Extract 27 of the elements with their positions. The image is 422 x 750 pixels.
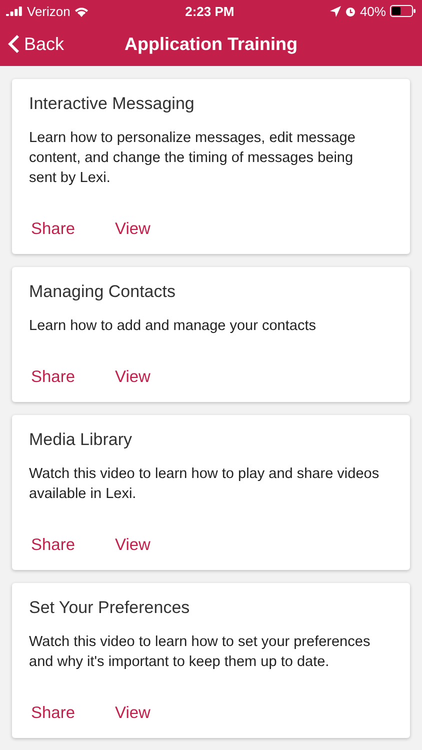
card-description: Watch this video to learn how to play and share videos available in Lexi. (29, 465, 380, 504)
battery-icon (390, 5, 416, 17)
card-action-link[interactable]: View (113, 366, 173, 388)
card-action-link[interactable]: Share (29, 702, 89, 724)
battery-percent: 40% (360, 4, 386, 18)
screen-title: Application Training (124, 34, 298, 54)
clock-time: 2:23 PM (185, 4, 234, 18)
card-action-link[interactable]: Share (29, 366, 89, 388)
back-button[interactable]: Back (0, 34, 72, 54)
card-action-link[interactable]: Share (29, 218, 89, 240)
card-title: Set Your Preferences (29, 597, 191, 619)
card-title: Interactive Messaging (29, 93, 196, 115)
card-action-link[interactable]: View (113, 534, 173, 556)
wifi-icon (74, 6, 90, 16)
card-action-link[interactable]: Share (29, 534, 89, 556)
location-arrow-icon (330, 6, 341, 16)
card-title: Media Library (29, 429, 133, 451)
card-action-link[interactable]: View (113, 702, 173, 724)
card-description: Learn how to add and manage your contacts (29, 317, 317, 336)
card-description: Learn how to personalize messages, edit message content, and change the timing of messages being sent by Lexi. (29, 129, 356, 188)
carrier-name: Verizon (27, 4, 70, 18)
card-title: Managing Contacts (29, 281, 176, 303)
card-action-link[interactable]: View (113, 218, 173, 240)
chevron-left-icon (8, 34, 20, 54)
signal-icon (6, 6, 23, 16)
alarm-clock-icon (344, 6, 356, 16)
card-description: Watch this video to learn how to set your preferences and why it's important to keep them up to date. (29, 633, 372, 672)
